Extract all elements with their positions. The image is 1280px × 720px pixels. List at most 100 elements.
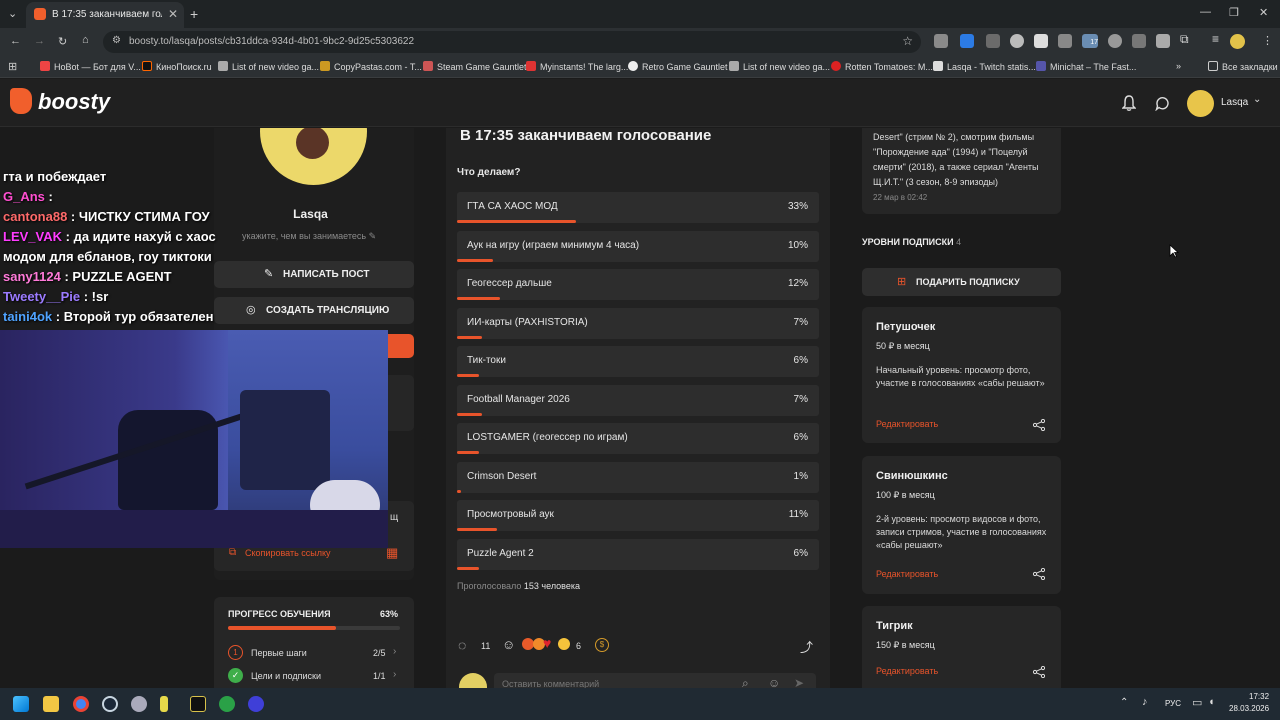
poll-option[interactable]: LOSTGAMER (геогессер по играм) 6% <box>457 423 819 454</box>
tab-search-icon[interactable]: ⌄ <box>8 7 17 20</box>
bookmark-item[interactable]: HoBot — Бот для V... <box>40 61 141 72</box>
minimize-icon[interactable]: — <box>1200 6 1211 18</box>
poll-option[interactable]: ИИ-карты (PAXHISTORIA) 7% <box>457 307 819 339</box>
app-icon[interactable] <box>160 696 168 712</box>
gift-subscription-button[interactable]: ⊞ ПОДАРИТЬ ПОДПИСКУ <box>862 268 1061 296</box>
poll-option[interactable]: Puzzle Agent 2 6% <box>457 538 819 570</box>
messages-icon[interactable] <box>1155 96 1170 111</box>
edit-tier-link[interactable]: Редактировать <box>876 419 938 429</box>
edit-pencil-icon[interactable]: ✎ <box>369 231 377 241</box>
home-icon[interactable]: ⌂ <box>82 34 89 46</box>
windows-start-icon[interactable] <box>13 696 29 712</box>
profile-avatar-icon[interactable] <box>1230 34 1245 49</box>
forward-icon[interactable]: → <box>34 35 45 47</box>
file-explorer-icon[interactable] <box>43 696 59 712</box>
show-hidden-icons[interactable]: ⌃ <box>1120 697 1128 708</box>
microphone-icon[interactable]: ♪ <box>1142 696 1148 708</box>
bookmark-item[interactable]: Lasqa - Twitch statis... <box>933 61 1036 72</box>
copy-link-button[interactable]: Скопировать ссылку <box>245 548 331 558</box>
restore-icon[interactable]: ❐ <box>1229 6 1239 19</box>
recent-post-snippet[interactable]: Desert" (стрим № 2), смотрим фильмы "Пор… <box>862 128 1061 214</box>
bookmarks-overflow-icon[interactable]: » <box>1176 61 1181 71</box>
menu-kebab-icon[interactable]: ⋮ <box>1262 34 1273 47</box>
extension-icon[interactable] <box>1010 34 1024 48</box>
share-icon[interactable] <box>1033 568 1045 580</box>
bookmark-item[interactable]: Steam Game Gauntlet <box>423 61 527 72</box>
close-window-icon[interactable]: ✕ <box>1259 6 1268 19</box>
send-icon[interactable]: ➤ <box>794 676 804 688</box>
back-icon[interactable]: ← <box>10 35 21 47</box>
all-bookmarks[interactable]: Все закладки <box>1208 61 1278 72</box>
extension-icon[interactable] <box>986 34 1000 48</box>
site-info-icon[interactable]: ⚙ <box>112 35 121 46</box>
user-menu-chevron-icon[interactable]: ⌄ <box>1253 94 1261 105</box>
clock-date[interactable]: 28.03.2026 <box>1229 704 1269 713</box>
edit-tier-link[interactable]: Редактировать <box>876 569 938 579</box>
copy-link-icon[interactable]: ⧉ <box>229 547 236 558</box>
add-reaction-icon[interactable]: ☺ <box>502 637 515 652</box>
poll-option[interactable]: Football Manager 2026 7% <box>457 384 819 416</box>
extension-icon[interactable] <box>1058 34 1072 48</box>
discord-app-icon[interactable] <box>131 696 147 712</box>
reload-icon[interactable]: ↻ <box>58 35 67 48</box>
boosty-logo[interactable]: boosty <box>10 88 110 115</box>
extension-icon[interactable] <box>1132 34 1146 48</box>
clock-time[interactable]: 17:32 <box>1249 692 1269 701</box>
extension-icon[interactable] <box>960 34 974 48</box>
reaction-heart-icon[interactable]: ♥ <box>543 635 551 651</box>
tier-card[interactable]: Тигрик 150 ₽ в месяц Редактировать <box>862 606 1061 688</box>
language-indicator[interactable]: РУС <box>1165 699 1181 708</box>
bookmark-item[interactable]: CopyPastas.com - T... <box>320 61 422 72</box>
browser-tab[interactable]: В 17:35 заканчиваем голосова ✕ <box>26 2 184 28</box>
bookmark-item[interactable]: List of new video ga... <box>218 61 319 72</box>
chrome-icon[interactable] <box>73 696 89 712</box>
extension-icon[interactable] <box>934 34 948 48</box>
user-avatar[interactable] <box>1187 90 1214 117</box>
reaction-laugh-icon[interactable] <box>558 638 570 650</box>
progress-item[interactable]: 1 Первые шаги 2/5 › <box>228 645 400 661</box>
bookmark-item[interactable]: Minichat – The Fast... <box>1036 61 1136 72</box>
extension-icon[interactable] <box>1108 34 1122 48</box>
poll-option[interactable]: Геогессер дальше 12% <box>457 269 819 300</box>
app-icon[interactable] <box>190 696 206 712</box>
url-field[interactable]: ⚙ boosty.to/lasqa/posts/cb31ddca-934d-4b… <box>103 31 921 53</box>
comment-input[interactable]: Оставить комментарий ⌕ ☺ ➤ <box>494 673 816 688</box>
xbox-icon[interactable] <box>219 696 235 712</box>
app-icon[interactable] <box>248 696 264 712</box>
profile-bio-placeholder[interactable]: укажите, чем вы занимаетесь ✎ <box>242 231 376 242</box>
volume-icon[interactable]: ◖ <box>1208 696 1215 708</box>
poll-option[interactable]: Crimson Desert 1% <box>457 461 819 493</box>
reading-list-icon[interactable]: ≡ <box>1212 32 1219 46</box>
header-username[interactable]: Lasqa <box>1221 97 1248 108</box>
bookmark-item[interactable]: List of new video ga... <box>729 61 830 72</box>
poll-option[interactable]: Тик-токи 6% <box>457 346 819 377</box>
bookmark-item[interactable]: Rotten Tomatoes: M... <box>831 61 933 72</box>
emoji-icon[interactable]: ☺ <box>768 676 780 688</box>
extension-icon[interactable] <box>1034 34 1048 48</box>
bookmark-item[interactable]: КиноПоиск.ru <box>142 61 212 72</box>
comment-bubble-icon[interactable]: ◌ <box>458 637 466 653</box>
poll-option[interactable]: Просмотровый аук 11% <box>457 500 819 531</box>
attach-icon[interactable]: ⌕ <box>742 676 749 688</box>
bookmark-item[interactable]: Myinstants! The larg... <box>526 61 628 72</box>
donate-coin-icon[interactable]: $ <box>595 638 609 652</box>
tier-card[interactable]: Петушочек 50 ₽ в месяц Начальный уровень… <box>862 307 1061 443</box>
extension-icon[interactable] <box>1156 34 1170 48</box>
close-tab-icon[interactable]: ✕ <box>168 7 178 21</box>
notifications-bell-icon[interactable] <box>1122 95 1136 111</box>
share-icon[interactable]: ⤴ <box>800 637 813 656</box>
bookmark-star-icon[interactable]: ☆ <box>902 34 913 48</box>
network-icon[interactable]: ▭ <box>1192 696 1202 709</box>
extension-badge-icon[interactable]: 17 <box>1082 34 1098 48</box>
tier-card[interactable]: Свинюшкинс 100 ₽ в месяц 2-й уровень: пр… <box>862 456 1061 594</box>
share-icon[interactable] <box>1033 419 1045 431</box>
bookmark-item[interactable]: Retro Game Gauntlet <box>628 61 728 72</box>
new-tab-icon[interactable]: + <box>190 6 198 22</box>
share-icon[interactable] <box>1033 666 1045 678</box>
steam-icon[interactable] <box>102 696 118 712</box>
apps-grid-icon[interactable]: ⊞ <box>8 60 17 73</box>
poll-option[interactable]: Аук на игру (играем минимум 4 часа) 10% <box>457 230 819 262</box>
poll-option[interactable]: ГТА СА ХАОС МОД 33% <box>457 192 819 223</box>
puzzle-extensions-icon[interactable]: ⧉ <box>1180 32 1189 47</box>
edit-tier-link[interactable]: Редактировать <box>876 666 938 676</box>
